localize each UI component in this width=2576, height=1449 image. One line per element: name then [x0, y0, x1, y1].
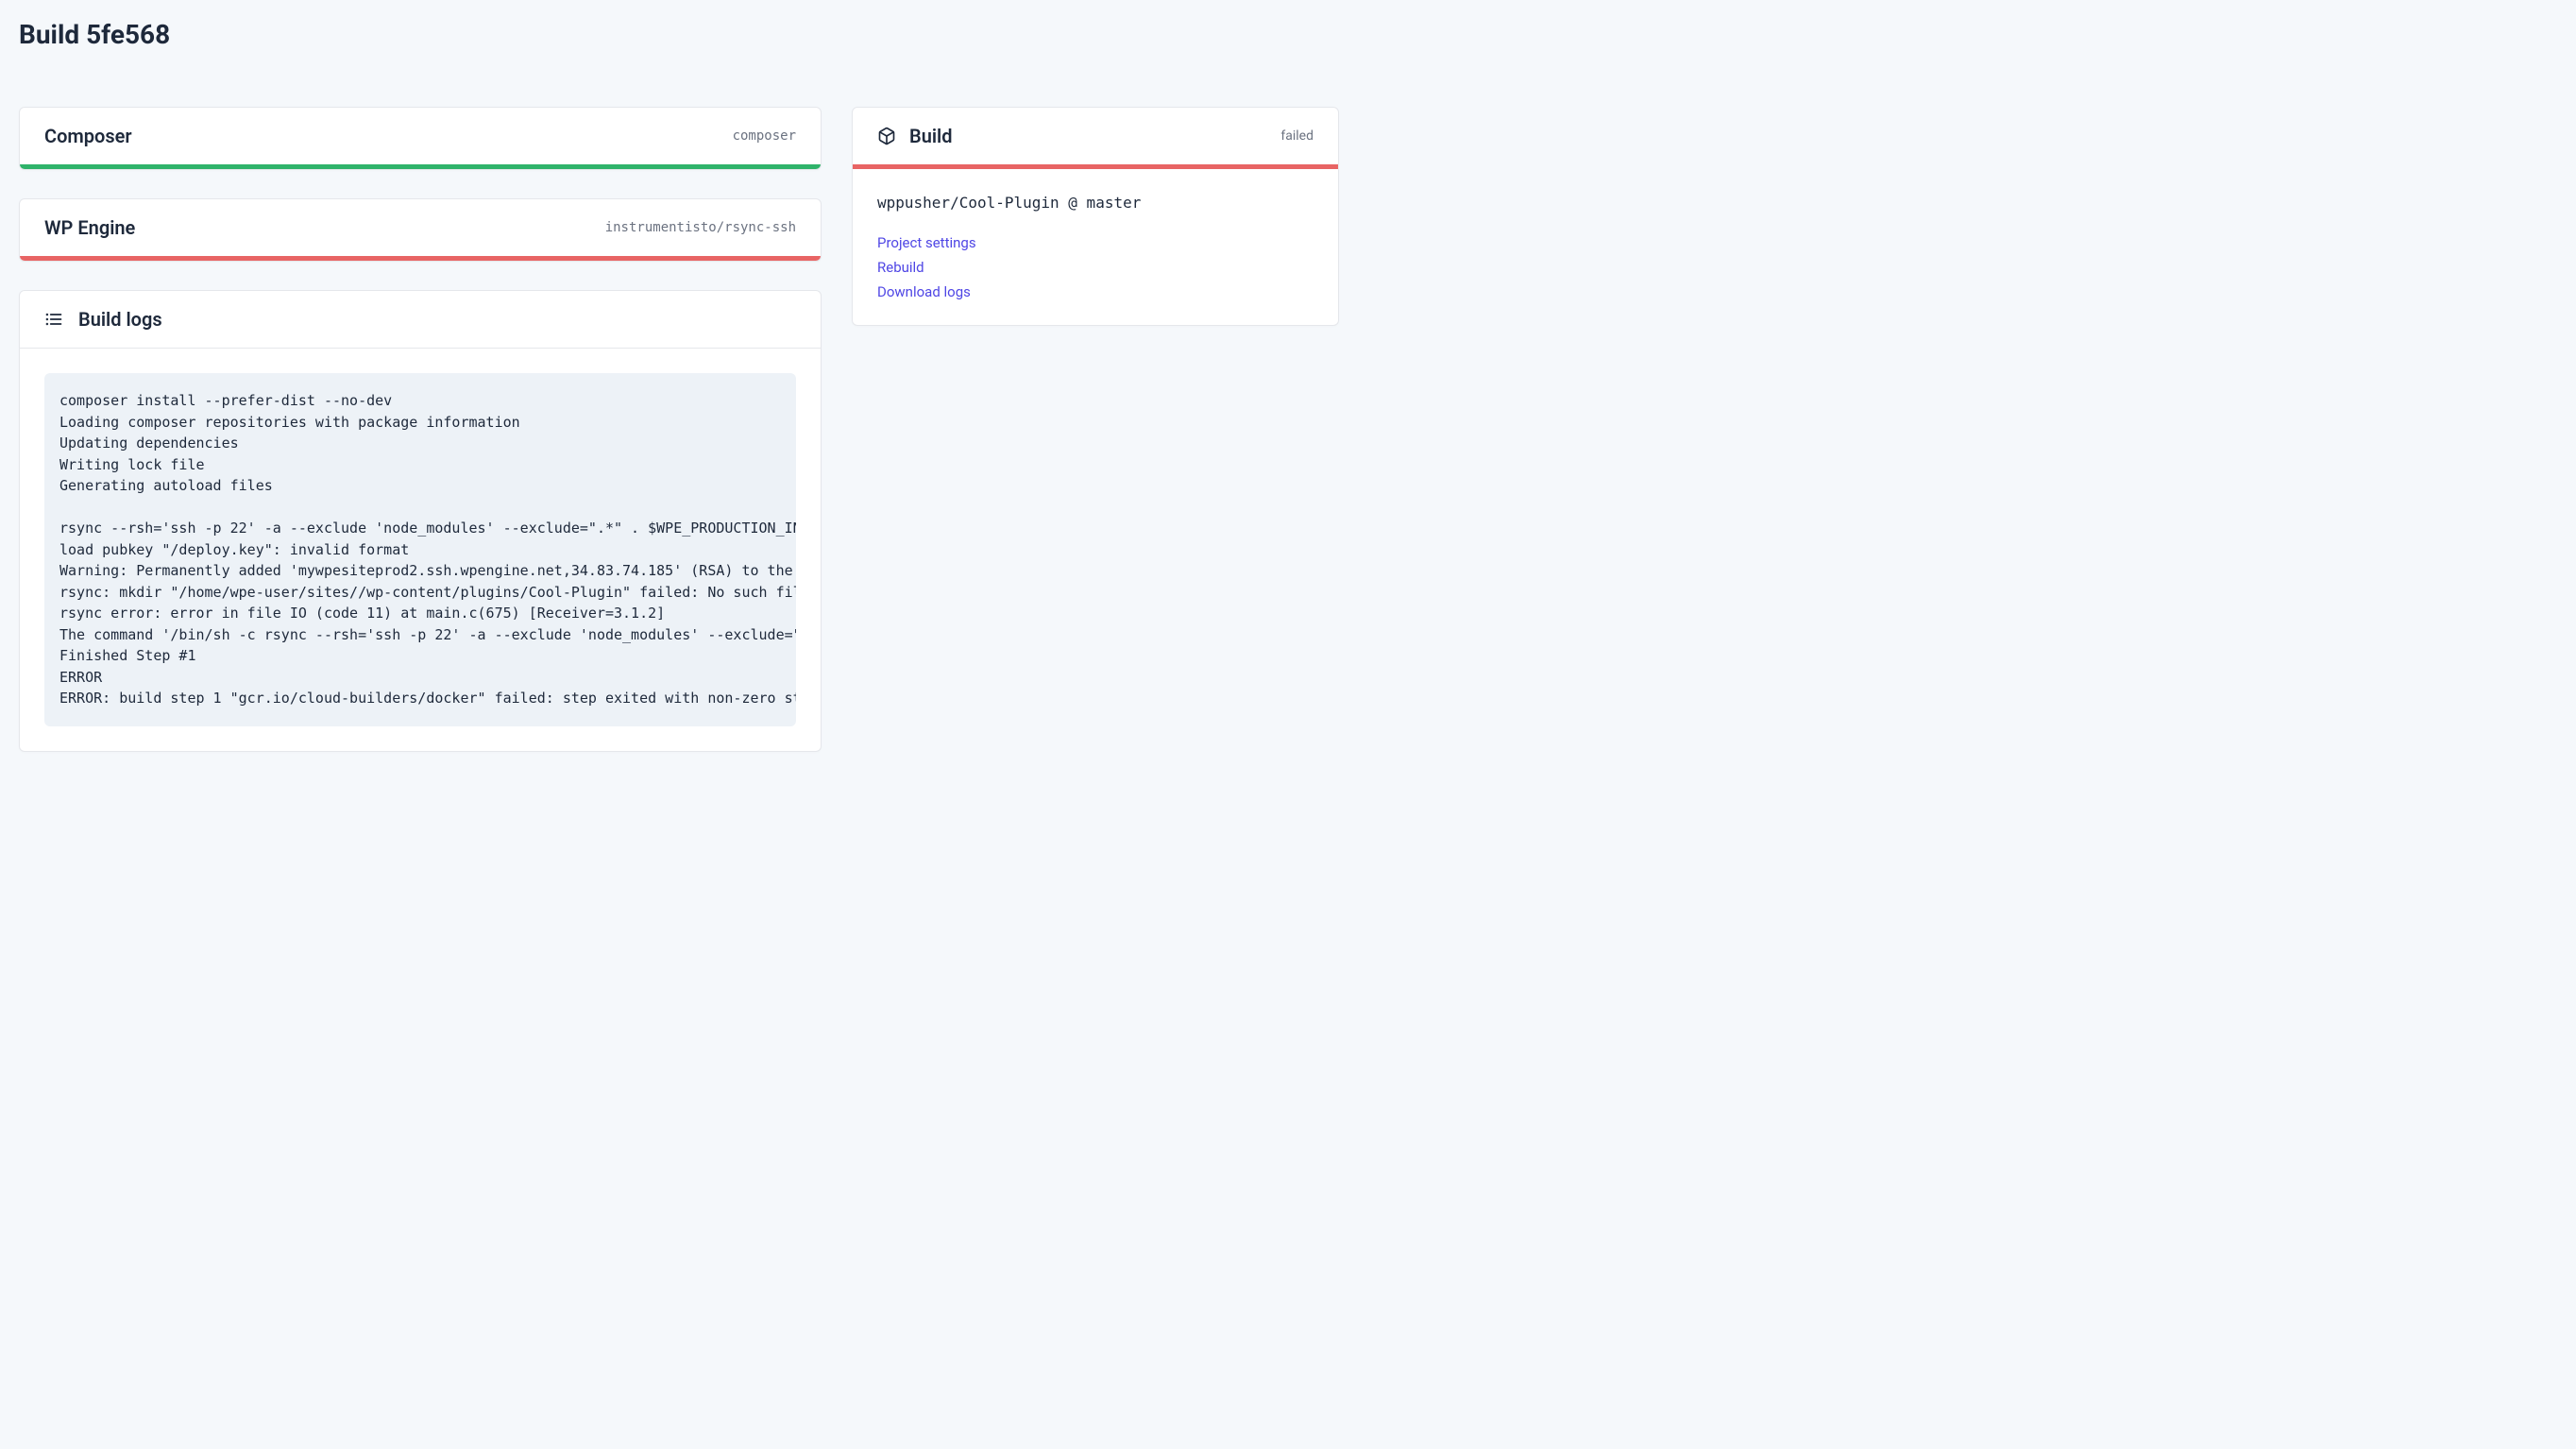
layout: Composer composer WP Engine instrumentis…: [19, 107, 2557, 780]
main-column: Composer composer WP Engine instrumentis…: [19, 107, 822, 780]
build-header: Build failed: [853, 108, 1338, 164]
step-title: WP Engine: [44, 216, 135, 239]
cube-icon: [877, 127, 896, 145]
build-links: Project settings Rebuild Download logs: [877, 234, 1313, 300]
list-icon: [44, 310, 63, 329]
side-column: Build failed wppusher/Cool-Plugin @ mast…: [852, 107, 1339, 780]
status-bar-success: [20, 164, 821, 169]
rebuild-link[interactable]: Rebuild: [877, 259, 1313, 276]
build-logs-title: Build logs: [78, 308, 162, 331]
download-logs-link[interactable]: Download logs: [877, 283, 1313, 300]
step-card-composer[interactable]: Composer composer: [19, 107, 822, 170]
step-meta: composer: [733, 128, 796, 144]
build-logs-card: Build logs composer install --prefer-dis…: [19, 290, 822, 752]
page-title: Build 5fe568: [19, 19, 2557, 50]
build-logs-header: Build logs: [20, 291, 821, 349]
build-status: failed: [1280, 128, 1313, 144]
step-title: Composer: [44, 125, 132, 147]
step-card-wpengine[interactable]: WP Engine instrumentisto/rsync-ssh: [19, 198, 822, 262]
build-info-card: Build failed wppusher/Cool-Plugin @ mast…: [852, 107, 1339, 326]
step-meta: instrumentisto/rsync-ssh: [605, 220, 796, 235]
build-repo: wppusher/Cool-Plugin @ master: [877, 194, 1313, 212]
status-bar-failed: [20, 256, 821, 261]
project-settings-link[interactable]: Project settings: [877, 234, 1313, 251]
build-title: Build: [909, 125, 953, 147]
build-logs-content[interactable]: composer install --prefer-dist --no-dev …: [44, 373, 796, 726]
